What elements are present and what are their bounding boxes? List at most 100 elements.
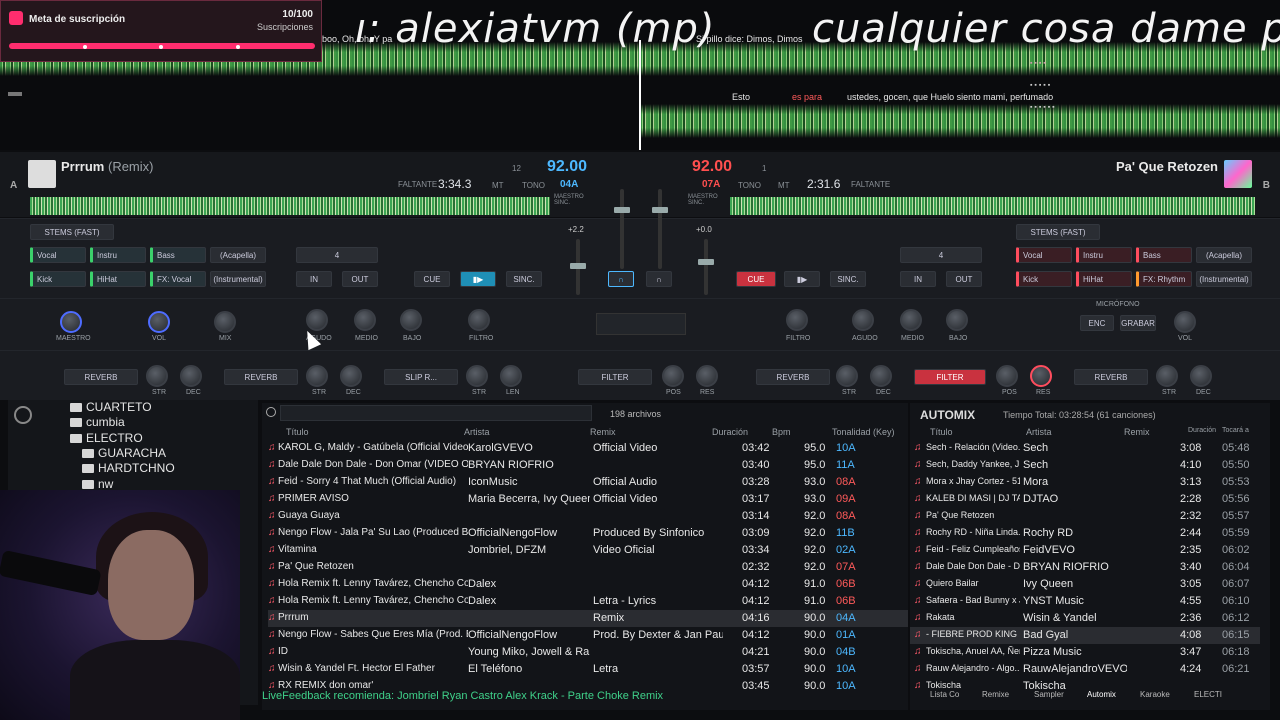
fx-knob[interactable] [662,365,684,387]
folder-item[interactable]: ELECTRO [70,431,143,445]
table-row[interactable]: ♫ Feid - Sorry 4 That Much (Official Audi… [268,474,908,491]
master-knob[interactable] [60,311,82,333]
deck-a-play-button[interactable]: ▮▶ [460,271,496,287]
stem-hihat-button[interactable]: HiHat [1076,271,1132,287]
deck-a-volume-fader[interactable] [620,189,624,269]
folder-item[interactable]: nw [82,477,113,491]
table-row[interactable]: ♫ Hola Remix ft. Lenny Tavárez, Chencho C… [268,593,908,610]
mt-label[interactable]: MT [492,181,504,190]
vol-knob[interactable] [148,311,170,333]
fx-knob[interactable] [996,365,1018,387]
eq-high-knob[interactable] [852,309,874,331]
automix-row[interactable]: ♫ KALEB DI MASI | DJ TA... DJTAO 2:28 05:56 [910,491,1260,508]
automix-row[interactable]: ♫ Quiero Bailar Ivy Queen 3:05 06:07 [910,576,1260,593]
mic-vol-knob[interactable] [1174,311,1196,333]
stem-bass-button[interactable]: Bass [150,247,206,263]
recommendation-bar[interactable]: LiveFeedback recomienda: Jombriel Ryan C… [262,690,908,706]
fx-knob[interactable] [466,365,488,387]
deck-a-cue-button[interactable]: CUE [414,271,450,287]
stem-fx-button[interactable]: FX: Rhythm [1136,271,1192,287]
deck-a-sync-button[interactable]: SINC. [506,271,542,287]
column-header-title[interactable]: Título [286,427,309,437]
deck-b-cue-button[interactable]: CUE [736,271,776,287]
master-sync[interactable]: MAESTRO SINC. [554,194,594,206]
stems-mode-select[interactable]: STEMS (FAST) [30,224,114,240]
column-header-remix[interactable]: Remix [1124,427,1150,437]
automix-row[interactable]: ♫ Rakata Wisin & Yandel 2:36 06:12 [910,610,1260,627]
deck-a-waveform[interactable] [30,197,550,215]
fx-select[interactable]: REVERB [1074,369,1148,385]
deck-a-headphone-button[interactable]: ∩ [608,271,634,287]
automix-row[interactable]: ♫ Safaera - Bad Bunny x J...YNST Music 4:5… [910,593,1260,610]
tab-sampler[interactable]: Sampler [1034,690,1064,699]
tab-electi[interactable]: ELECTI [1194,690,1222,699]
fx-knob[interactable] [1190,365,1212,387]
deck-b-volume-fader[interactable] [658,189,662,269]
column-header-duration[interactable]: Duración [1188,427,1216,434]
fx-knob[interactable] [146,365,168,387]
loop-out-button[interactable]: OUT [342,271,378,287]
fx-select[interactable]: REVERB [64,369,138,385]
fx-knob[interactable] [1030,365,1052,387]
stem-hihat-button[interactable]: HiHat [90,271,146,287]
deck-b-headphone-button[interactable]: ∩ [646,271,672,287]
column-header-remix[interactable]: Remix [590,427,616,437]
mic-on-button[interactable]: ENC [1080,315,1114,331]
mt-label[interactable]: MT [778,181,790,190]
master-sync[interactable]: MAESTRO SINC. [688,194,728,206]
table-row[interactable]: ♫ Wisin & Yandel Ft. Hector El Father El T… [268,661,908,678]
search-icon[interactable] [266,407,276,417]
stem-bass-button[interactable]: Bass [1136,247,1192,263]
automix-row[interactable]: ♫ Sech - Relación (Video... Sech 3:08 05:48 [910,440,1260,457]
stem-vocal-button[interactable]: Vocal [30,247,86,263]
fx-knob[interactable] [306,365,328,387]
automix-row[interactable]: ♫ Dale Dale Don Dale - D... BRYAN RIOFRIO 3… [910,559,1260,576]
folder-item[interactable]: CUARTETO [70,400,152,414]
stem-kick-button[interactable]: Kick [30,271,86,287]
record-button[interactable]: GRABAR [1120,315,1156,331]
fx-knob[interactable] [500,365,522,387]
fx-select[interactable]: REVERB [224,369,298,385]
table-row[interactable]: ♫Dale Dale Don Dale - Don Omar (VIDEO OF… [268,457,908,474]
automix-row[interactable]: ♫ Tokischa, Anuel AA, Ñen...Pizza Music 3:… [910,644,1260,661]
automix-row[interactable]: ♫ Pa' Que Retozen 2:32 05:57 [910,508,1260,525]
eq-low-knob[interactable] [946,309,968,331]
automix-row[interactable]: ♫ Rauw Alejandro - Algo... RauwAlejandroVE… [910,661,1260,678]
loop-size[interactable]: 4 [296,247,378,263]
fx-select[interactable]: FILTER [578,369,652,385]
fx-knob[interactable] [870,365,892,387]
column-header-title[interactable]: Título [930,427,953,437]
stem-vocal-button[interactable]: Vocal [1016,247,1072,263]
stem-acapella-button[interactable]: (Acapella) [1196,247,1252,263]
fx-knob[interactable] [836,365,858,387]
table-row[interactable]: ♫ Guaya Guaya 03:14 92.0 08A [268,508,908,525]
table-row[interactable]: ♫ PRIMER AVISO Maria Becerra, Ivy Queen Off… [268,491,908,508]
stem-instrumental-button[interactable]: (Instrumental) [210,271,266,287]
eq-mid-knob[interactable] [900,309,922,331]
column-header-artist[interactable]: Artista [464,427,490,437]
deck-b-play-button[interactable]: ▮▶ [784,271,820,287]
table-row[interactable]: ♫ Hola Remix ft. Lenny Tavárez, Chencho C… [268,576,908,593]
fx-select[interactable]: REVERB [756,369,830,385]
loop-in-button[interactable]: IN [296,271,332,287]
stem-instru-button[interactable]: Instru [1076,247,1132,263]
column-header-artist[interactable]: Artista [1026,427,1052,437]
column-header-bpm[interactable]: Bpm [772,427,791,437]
table-row[interactable]: ♫ KAROL G, Maldy - Gatúbela (Official Vid… [268,440,908,457]
filter-knob[interactable] [468,309,490,331]
stem-kick-button[interactable]: Kick [1016,271,1072,287]
fx-knob[interactable] [180,365,202,387]
loop-in-button[interactable]: IN [900,271,936,287]
search-icon[interactable] [14,406,32,424]
filter-knob[interactable] [786,309,808,331]
table-row[interactable]: ♫ Ñengo Flow - Jala Pa' Su Lao (Produced … [268,525,908,542]
tab-lista[interactable]: Lista Co [930,690,959,699]
deck-b-sync-button[interactable]: SINC. [830,271,866,287]
automix-row[interactable]: ♫ Feid - Feliz Cumpleaños...FeidVEVO 2:35 0… [910,542,1260,559]
folder-item[interactable]: HARDTCHNO [82,461,175,475]
deck-b-pitch-fader[interactable] [704,239,708,295]
stem-acapella-button[interactable]: (Acapella) [210,247,266,263]
stems-mode-select[interactable]: STEMS (FAST) [1016,224,1100,240]
table-row[interactable]: ♫ Prrrum Remix 04:16 90.0 04A [268,610,908,627]
stem-instru-button[interactable]: Instru [90,247,146,263]
